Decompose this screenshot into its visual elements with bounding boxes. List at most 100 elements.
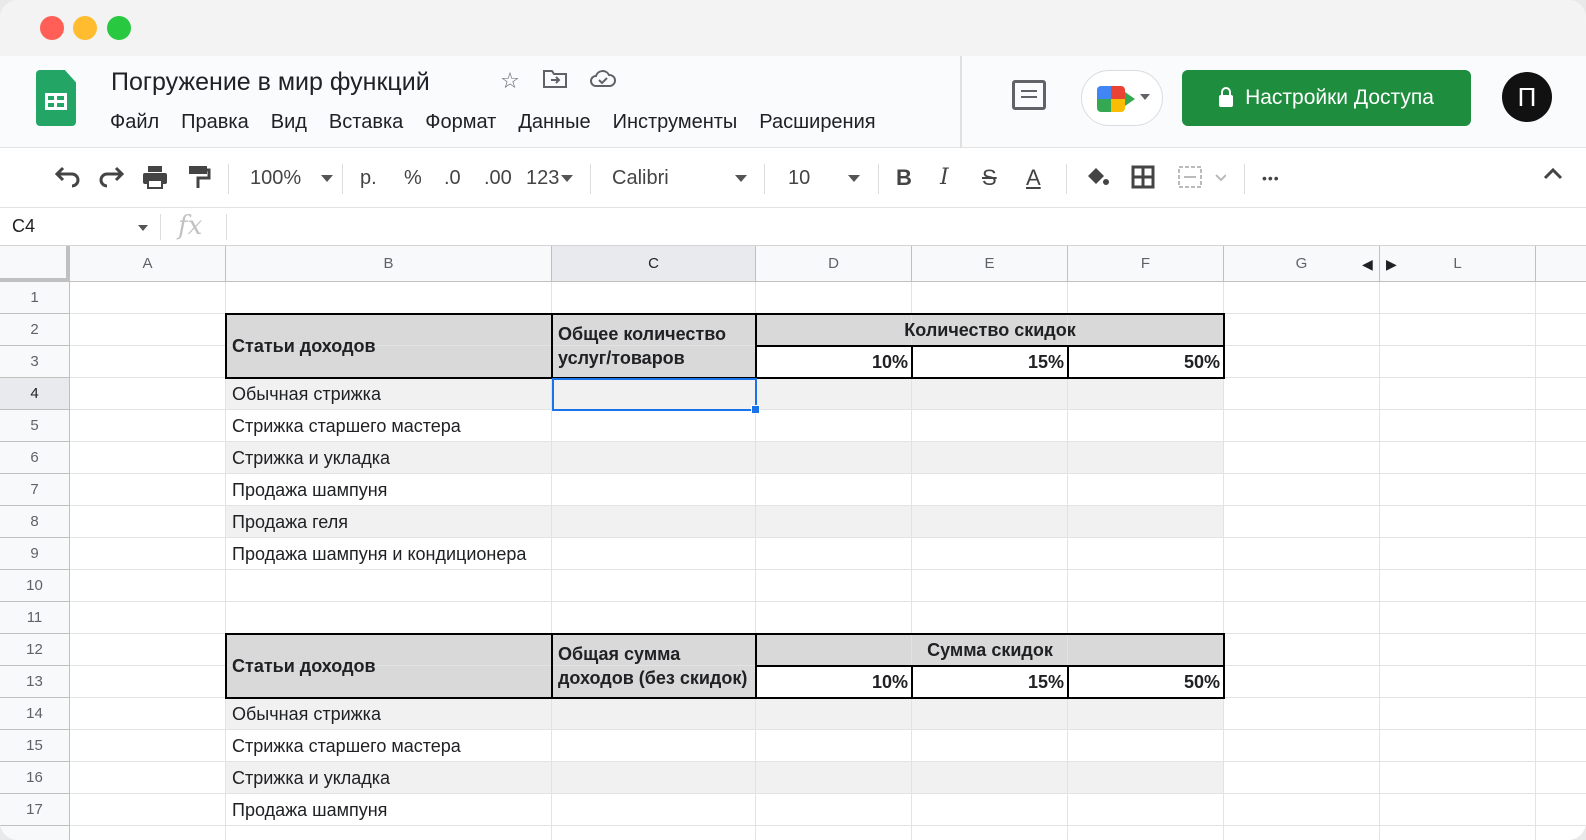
menu-edit[interactable]: Правка <box>181 111 249 134</box>
row-header[interactable]: 17 <box>0 794 70 826</box>
fill-color-icon[interactable] <box>1084 164 1110 198</box>
row-header[interactable]: 8 <box>0 506 70 538</box>
row-header[interactable]: 13 <box>0 666 70 698</box>
text-color-button[interactable]: A <box>1026 164 1041 192</box>
font-select[interactable]: Calibri <box>612 164 747 192</box>
spreadsheet-grid[interactable]: A B C D E F G L ◀ ▶ 1 2 3 4 5 6 7 8 9 10… <box>0 246 1586 840</box>
table2-item[interactable]: Продажа шампуня <box>232 800 387 821</box>
merge-cells-icon[interactable] <box>1176 164 1227 198</box>
menu-file[interactable]: Файл <box>110 111 159 134</box>
menu-data[interactable]: Данные <box>518 111 590 134</box>
table2-discount-10[interactable]: 10% <box>756 672 908 693</box>
share-button[interactable]: Настройки Доступа <box>1182 70 1471 126</box>
table1-item[interactable]: Стрижка и укладка <box>232 448 390 469</box>
table2-discounts-header[interactable]: Сумма скидок <box>756 640 1224 661</box>
maximize-window-button[interactable] <box>107 16 131 40</box>
column-header-f[interactable]: F <box>1068 246 1224 282</box>
table2-discount-50[interactable]: 50% <box>1068 672 1220 693</box>
menu-extensions[interactable]: Расширения <box>759 111 875 134</box>
chevron-down-icon <box>1140 94 1150 100</box>
gridline <box>1379 282 1380 840</box>
menu-format[interactable]: Формат <box>425 111 496 134</box>
table1-income-header[interactable]: Статьи доходов <box>232 336 376 357</box>
comments-icon[interactable] <box>1012 80 1046 110</box>
document-title[interactable]: Погружение в мир функций <box>111 68 430 97</box>
table1-item[interactable]: Обычная стрижка <box>232 384 381 405</box>
zoom-select[interactable]: 100% <box>250 164 334 192</box>
minimize-window-button[interactable] <box>73 16 97 40</box>
meet-button[interactable] <box>1081 70 1163 126</box>
chevron-down-icon[interactable] <box>138 225 148 231</box>
redo-icon[interactable] <box>97 164 125 196</box>
select-all-corner[interactable] <box>0 246 70 282</box>
table1-discount-10[interactable]: 10% <box>756 352 908 373</box>
table1-count-header-line1[interactable]: Общее количество <box>558 324 726 345</box>
increase-decimal-button[interactable]: .00 <box>484 164 512 192</box>
font-size-select[interactable]: 10 <box>788 164 861 192</box>
sheets-logo-icon[interactable] <box>36 70 76 126</box>
more-options-button[interactable]: ••• <box>1262 164 1280 192</box>
percent-format-button[interactable]: % <box>404 164 422 192</box>
decrease-decimal-button[interactable]: .0 <box>444 164 461 192</box>
fill-handle[interactable] <box>751 405 760 414</box>
table2-total-header-line1[interactable]: Общая сумма <box>558 644 680 665</box>
row-header[interactable]: 3 <box>0 346 70 378</box>
avatar[interactable]: П <box>1502 72 1552 122</box>
table1-discount-50[interactable]: 50% <box>1068 352 1220 373</box>
row-header[interactable]: 11 <box>0 602 70 634</box>
menu-tools[interactable]: Инструменты <box>613 111 738 134</box>
menu-insert[interactable]: Вставка <box>329 111 403 134</box>
toolbar-divider <box>590 164 591 194</box>
cloud-saved-icon[interactable] <box>589 68 617 96</box>
number-format-select[interactable]: 123 <box>526 164 574 192</box>
table2-item[interactable]: Обычная стрижка <box>232 704 381 725</box>
selected-cell-c4[interactable] <box>552 378 757 411</box>
menu-view[interactable]: Вид <box>271 111 307 134</box>
table1-discounts-header[interactable]: Количество скидок <box>756 320 1224 341</box>
row-header[interactable]: 7 <box>0 474 70 506</box>
row-header[interactable]: 5 <box>0 410 70 442</box>
app-header: Погружение в мир функций ☆ Файл Правка В… <box>0 56 1586 148</box>
move-folder-icon[interactable] <box>541 68 569 96</box>
column-header-b[interactable]: B <box>226 246 552 282</box>
scroll-right-icon[interactable]: ▶ <box>1386 256 1397 273</box>
row-header[interactable]: 15 <box>0 730 70 762</box>
strikethrough-button[interactable]: S <box>982 164 997 192</box>
row-header[interactable]: 16 <box>0 762 70 794</box>
table1-item[interactable]: Продажа шампуня <box>232 480 387 501</box>
bold-button[interactable]: B <box>896 164 912 192</box>
row-header[interactable]: 2 <box>0 314 70 346</box>
column-header-l[interactable]: L <box>1380 246 1536 282</box>
close-window-button[interactable] <box>40 16 64 40</box>
paint-format-icon[interactable] <box>187 164 211 198</box>
table2-item[interactable]: Стрижка и укладка <box>232 768 390 789</box>
row-header[interactable]: 6 <box>0 442 70 474</box>
currency-format-button[interactable]: р. <box>360 164 377 192</box>
row-header[interactable]: 9 <box>0 538 70 570</box>
scroll-left-icon[interactable]: ◀ <box>1362 256 1373 273</box>
column-header-g[interactable]: G <box>1224 246 1380 282</box>
column-header-e[interactable]: E <box>912 246 1068 282</box>
print-icon[interactable] <box>141 164 169 198</box>
column-header-d[interactable]: D <box>756 246 912 282</box>
table1-item[interactable]: Продажа шампуня и кондиционера <box>232 544 526 565</box>
table2-discount-15[interactable]: 15% <box>912 672 1064 693</box>
column-header-a[interactable]: A <box>70 246 226 282</box>
row-header[interactable]: 12 <box>0 634 70 666</box>
undo-icon[interactable] <box>54 164 82 196</box>
italic-button[interactable]: I <box>940 164 949 192</box>
table2-income-header[interactable]: Статьи доходов <box>232 656 376 677</box>
row-header[interactable]: 4 <box>0 378 70 410</box>
table1-discount-15[interactable]: 15% <box>912 352 1064 373</box>
table1-item[interactable]: Стрижка старшего мастера <box>232 416 461 437</box>
name-box[interactable]: C4 <box>12 216 35 237</box>
star-icon[interactable]: ☆ <box>496 68 524 94</box>
table1-item[interactable]: Продажа геля <box>232 512 348 533</box>
row-header[interactable]: 10 <box>0 570 70 602</box>
row-header[interactable]: 14 <box>0 698 70 730</box>
column-header-c[interactable]: C <box>552 246 756 282</box>
collapse-toolbar-icon[interactable] <box>1542 164 1564 192</box>
table2-item[interactable]: Стрижка старшего мастера <box>232 736 461 757</box>
borders-icon[interactable] <box>1130 164 1156 198</box>
row-header[interactable]: 1 <box>0 282 70 314</box>
